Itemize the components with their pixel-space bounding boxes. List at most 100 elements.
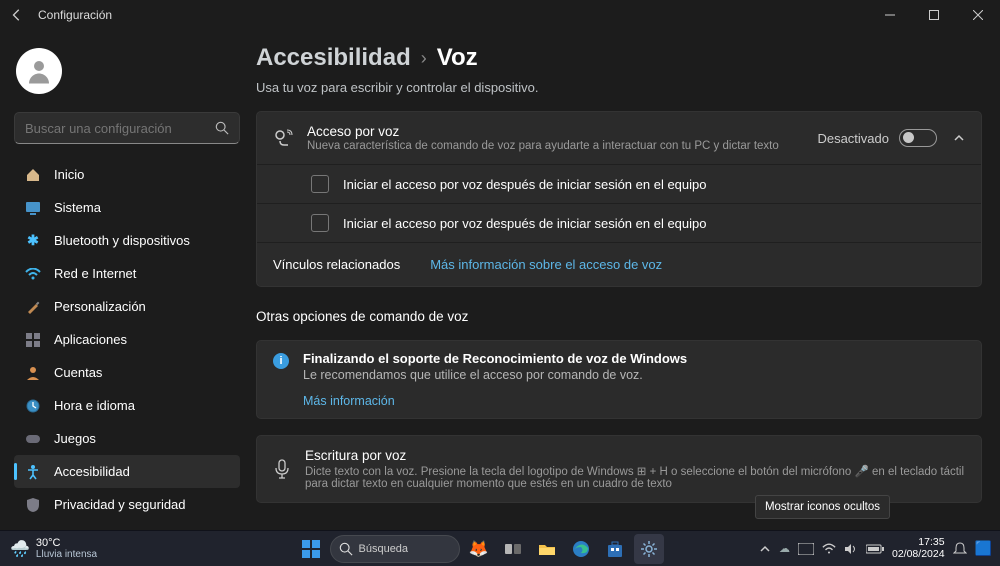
main-panel: Accesibilidad › Voz Usa tu voz para escr…: [250, 30, 1000, 530]
toggle-label: Desactivado: [817, 131, 889, 146]
task-view-button[interactable]: [498, 534, 528, 564]
taskbar-clock[interactable]: 17:35 02/08/2024: [892, 537, 945, 560]
related-links: Vínculos relacionados Más información so…: [257, 242, 981, 286]
copilot-icon[interactable]: 🟦: [975, 540, 992, 557]
wifi-tray-icon[interactable]: [822, 543, 836, 555]
more-info-link[interactable]: Más información: [303, 394, 965, 408]
page-subtitle: Usa tu voz para escribir y controlar el …: [256, 80, 982, 95]
sidebar-item-cuentas[interactable]: Cuentas: [14, 356, 240, 389]
minimize-button[interactable]: [868, 0, 912, 30]
breadcrumb: Accesibilidad › Voz: [256, 44, 982, 72]
checkbox[interactable]: [311, 175, 329, 193]
chevron-right-icon: ›: [421, 48, 427, 69]
sidebar-item-red[interactable]: Red e Internet: [14, 257, 240, 290]
option-label: Iniciar el acceso por voz después de ini…: [343, 177, 707, 192]
sidebar-item-label: Aplicaciones: [54, 332, 127, 347]
voice-typing-title: Escritura por voz: [305, 448, 965, 463]
onedrive-icon[interactable]: ☁: [779, 542, 790, 555]
sidebar-item-label: Hora e idioma: [54, 398, 135, 413]
sidebar-item-label: Cuentas: [54, 365, 102, 380]
notifications-icon[interactable]: [953, 542, 967, 556]
sidebar-item-update[interactable]: Windows Update: [14, 521, 240, 530]
voice-access-card: Acceso por voz Nueva característica de c…: [256, 111, 982, 287]
apps-icon: [24, 333, 42, 347]
taskbar-search[interactable]: Búsqueda: [330, 535, 460, 563]
accessibility-icon: [24, 464, 42, 480]
chevron-up-icon[interactable]: [953, 132, 965, 144]
voice-access-option-row[interactable]: Iniciar el acceso por voz después de ini…: [257, 164, 981, 203]
store-button[interactable]: [600, 534, 630, 564]
sidebar-item-label: Bluetooth y dispositivos: [54, 233, 190, 248]
sidebar-item-label: Privacidad y seguridad: [54, 497, 186, 512]
keyboard-lang-icon[interactable]: [798, 543, 814, 555]
weather-temp: 30°C: [36, 537, 97, 549]
sidebar-item-label: Inicio: [54, 167, 84, 182]
taskbar-search-label: Búsqueda: [359, 543, 409, 555]
sidebar-item-inicio[interactable]: Inicio: [14, 158, 240, 191]
explorer-button[interactable]: [532, 534, 562, 564]
related-link[interactable]: Más información sobre el acceso de voz: [430, 257, 662, 272]
sidebar-item-label: Juegos: [54, 431, 96, 446]
taskbar-animal-icon[interactable]: 🦊: [464, 534, 494, 564]
brush-icon: [24, 299, 42, 315]
search-icon: [339, 542, 353, 556]
clock-time: 17:35: [892, 537, 945, 549]
bluetooth-icon: ✱: [24, 232, 42, 249]
account-icon: [24, 365, 42, 381]
tray-chevron-up-icon[interactable]: [759, 543, 771, 555]
search-icon: [215, 121, 229, 135]
wifi-icon: [24, 268, 42, 280]
voice-access-option-row[interactable]: Iniciar el acceso por voz después de ini…: [257, 203, 981, 242]
search-box[interactable]: [14, 112, 240, 144]
close-button[interactable]: [956, 0, 1000, 30]
sidebar-item-sistema[interactable]: Sistema: [14, 191, 240, 224]
weather-text: Lluvia intensa: [36, 549, 97, 560]
checkbox[interactable]: [311, 214, 329, 232]
titlebar-title: Configuración: [38, 8, 112, 22]
sidebar: Inicio Sistema ✱ Bluetooth y dispositivo…: [0, 30, 250, 530]
info-text: Le recomendamos que utilice el acceso po…: [303, 368, 687, 382]
clock-icon: [24, 398, 42, 414]
voice-typing-card[interactable]: Escritura por voz Dicte texto con la voz…: [256, 435, 982, 503]
sidebar-item-label: Sistema: [54, 200, 101, 215]
option-label: Iniciar el acceso por voz después de ini…: [343, 216, 707, 231]
system-icon: [24, 201, 42, 215]
sidebar-item-hora[interactable]: Hora e idioma: [14, 389, 240, 422]
info-icon: i: [273, 353, 289, 369]
sidebar-item-privacidad[interactable]: Privacidad y seguridad: [14, 488, 240, 521]
voice-access-icon: [273, 128, 293, 148]
settings-button[interactable]: [634, 534, 664, 564]
volume-icon[interactable]: [844, 543, 858, 555]
sidebar-item-label: Personalización: [54, 299, 146, 314]
search-input[interactable]: [25, 121, 215, 136]
taskbar: 🌧️ 30°C Lluvia intensa Búsqueda 🦊 ☁ 17:3…: [0, 530, 1000, 566]
tooltip: Mostrar iconos ocultos: [755, 495, 890, 519]
sidebar-item-juegos[interactable]: Juegos: [14, 422, 240, 455]
battery-icon[interactable]: [866, 544, 884, 554]
home-icon: [24, 167, 42, 183]
edge-button[interactable]: [566, 534, 596, 564]
clock-date: 02/08/2024: [892, 549, 945, 561]
breadcrumb-parent[interactable]: Accesibilidad: [256, 44, 411, 72]
microphone-icon: [273, 459, 291, 479]
shield-icon: [24, 497, 42, 513]
voice-access-toggle[interactable]: [899, 129, 937, 147]
sidebar-item-accesibilidad[interactable]: Accesibilidad: [14, 455, 240, 488]
sidebar-item-bluetooth[interactable]: ✱ Bluetooth y dispositivos: [14, 224, 240, 257]
section-title: Otras opciones de comando de voz: [256, 309, 982, 324]
voice-access-title: Acceso por voz: [307, 124, 803, 139]
voice-access-sub: Nueva característica de comando de voz p…: [307, 140, 803, 152]
breadcrumb-current: Voz: [437, 44, 478, 72]
related-links-label: Vínculos relacionados: [273, 257, 400, 272]
voice-typing-sub: Dicte texto con la voz. Presione la tecl…: [305, 464, 965, 490]
taskbar-weather[interactable]: 🌧️ 30°C Lluvia intensa: [0, 537, 200, 560]
sidebar-item-label: Accesibilidad: [54, 464, 130, 479]
start-button[interactable]: [296, 534, 326, 564]
avatar[interactable]: [16, 48, 62, 94]
maximize-button[interactable]: [912, 0, 956, 30]
sidebar-item-personalizacion[interactable]: Personalización: [14, 290, 240, 323]
back-button[interactable]: [10, 8, 24, 22]
titlebar: Configuración: [0, 0, 1000, 30]
info-title: Finalizando el soporte de Reconocimiento…: [303, 351, 687, 366]
sidebar-item-aplicaciones[interactable]: Aplicaciones: [14, 323, 240, 356]
